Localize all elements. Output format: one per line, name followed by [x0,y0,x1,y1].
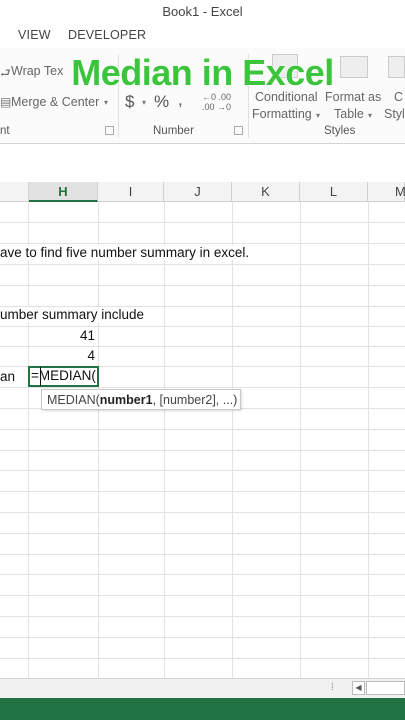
currency-dropdown-icon[interactable]: ▾ [142,98,146,107]
column-header-k[interactable]: K [232,182,300,202]
scroll-left-icon[interactable]: ◀ [352,681,365,695]
function-tooltip[interactable]: MEDIAN(number1, [number2], ...) [41,389,241,410]
tooltip-args-rest: , [number2], ...) [152,393,238,407]
merge-center-button[interactable]: Merge & Center [11,95,99,109]
tab-view[interactable]: VIEW [18,28,51,42]
decrease-decimal-button[interactable]: .00 →0 [202,102,231,112]
sheet-tab-bar: ⁞ [0,678,405,698]
column-header-j[interactable]: J [164,182,232,202]
column-header-g[interactable] [0,182,29,202]
percent-button[interactable]: % [154,92,169,112]
horizontal-scrollbar[interactable] [366,681,405,695]
ribbon-tabs: VIEW DEVELOPER [0,24,405,48]
merge-center-icon: ▤ [0,95,12,109]
cell-label-median[interactable]: an [0,369,15,384]
tab-split-handle-icon[interactable]: ⁞ [331,682,334,693]
merge-dropdown-icon[interactable]: ▾ [104,98,108,107]
cell-styles-label[interactable]: Styl [384,107,405,121]
column-header-m[interactable]: M [368,182,405,202]
number-group-label: Number [153,125,194,137]
format-as-table-label[interactable]: Table [334,107,364,121]
title-bar: Book1 - Excel [0,0,405,22]
cell-text-instruction[interactable]: ave to find five number summary in excel… [0,245,252,260]
cell-text-summary[interactable]: umber summary include [0,307,147,322]
currency-button[interactable]: $ [125,92,134,112]
video-caption: Median in Excel [71,52,334,93]
status-bar [0,698,405,720]
text-cursor-icon [40,367,46,386]
cell-value-4[interactable]: 4 [29,348,95,363]
table-dropdown-icon[interactable]: ▾ [368,111,372,120]
column-header-l[interactable]: L [300,182,368,202]
column-header-i[interactable]: I [98,182,164,202]
tooltip-arg-number1[interactable]: number1 [100,393,153,407]
tab-developer[interactable]: DEVELOPER [68,28,146,42]
formula-bar-area [0,144,405,180]
conditional-dropdown-icon[interactable]: ▾ [316,111,320,120]
conditional-formatting-label[interactable]: Formatting [252,107,312,121]
alignment-group-label: nt [0,125,10,137]
number-launcher-icon[interactable] [234,126,243,135]
tooltip-fn: MEDIAN( [47,393,100,407]
alignment-launcher-icon[interactable] [105,126,114,135]
cell-value-41[interactable]: 41 [29,328,95,343]
worksheet-grid[interactable] [0,202,405,678]
styles-group-label: Styles [324,125,356,137]
column-header-h[interactable]: H [29,182,98,202]
window-title: Book1 - Excel [162,4,243,19]
